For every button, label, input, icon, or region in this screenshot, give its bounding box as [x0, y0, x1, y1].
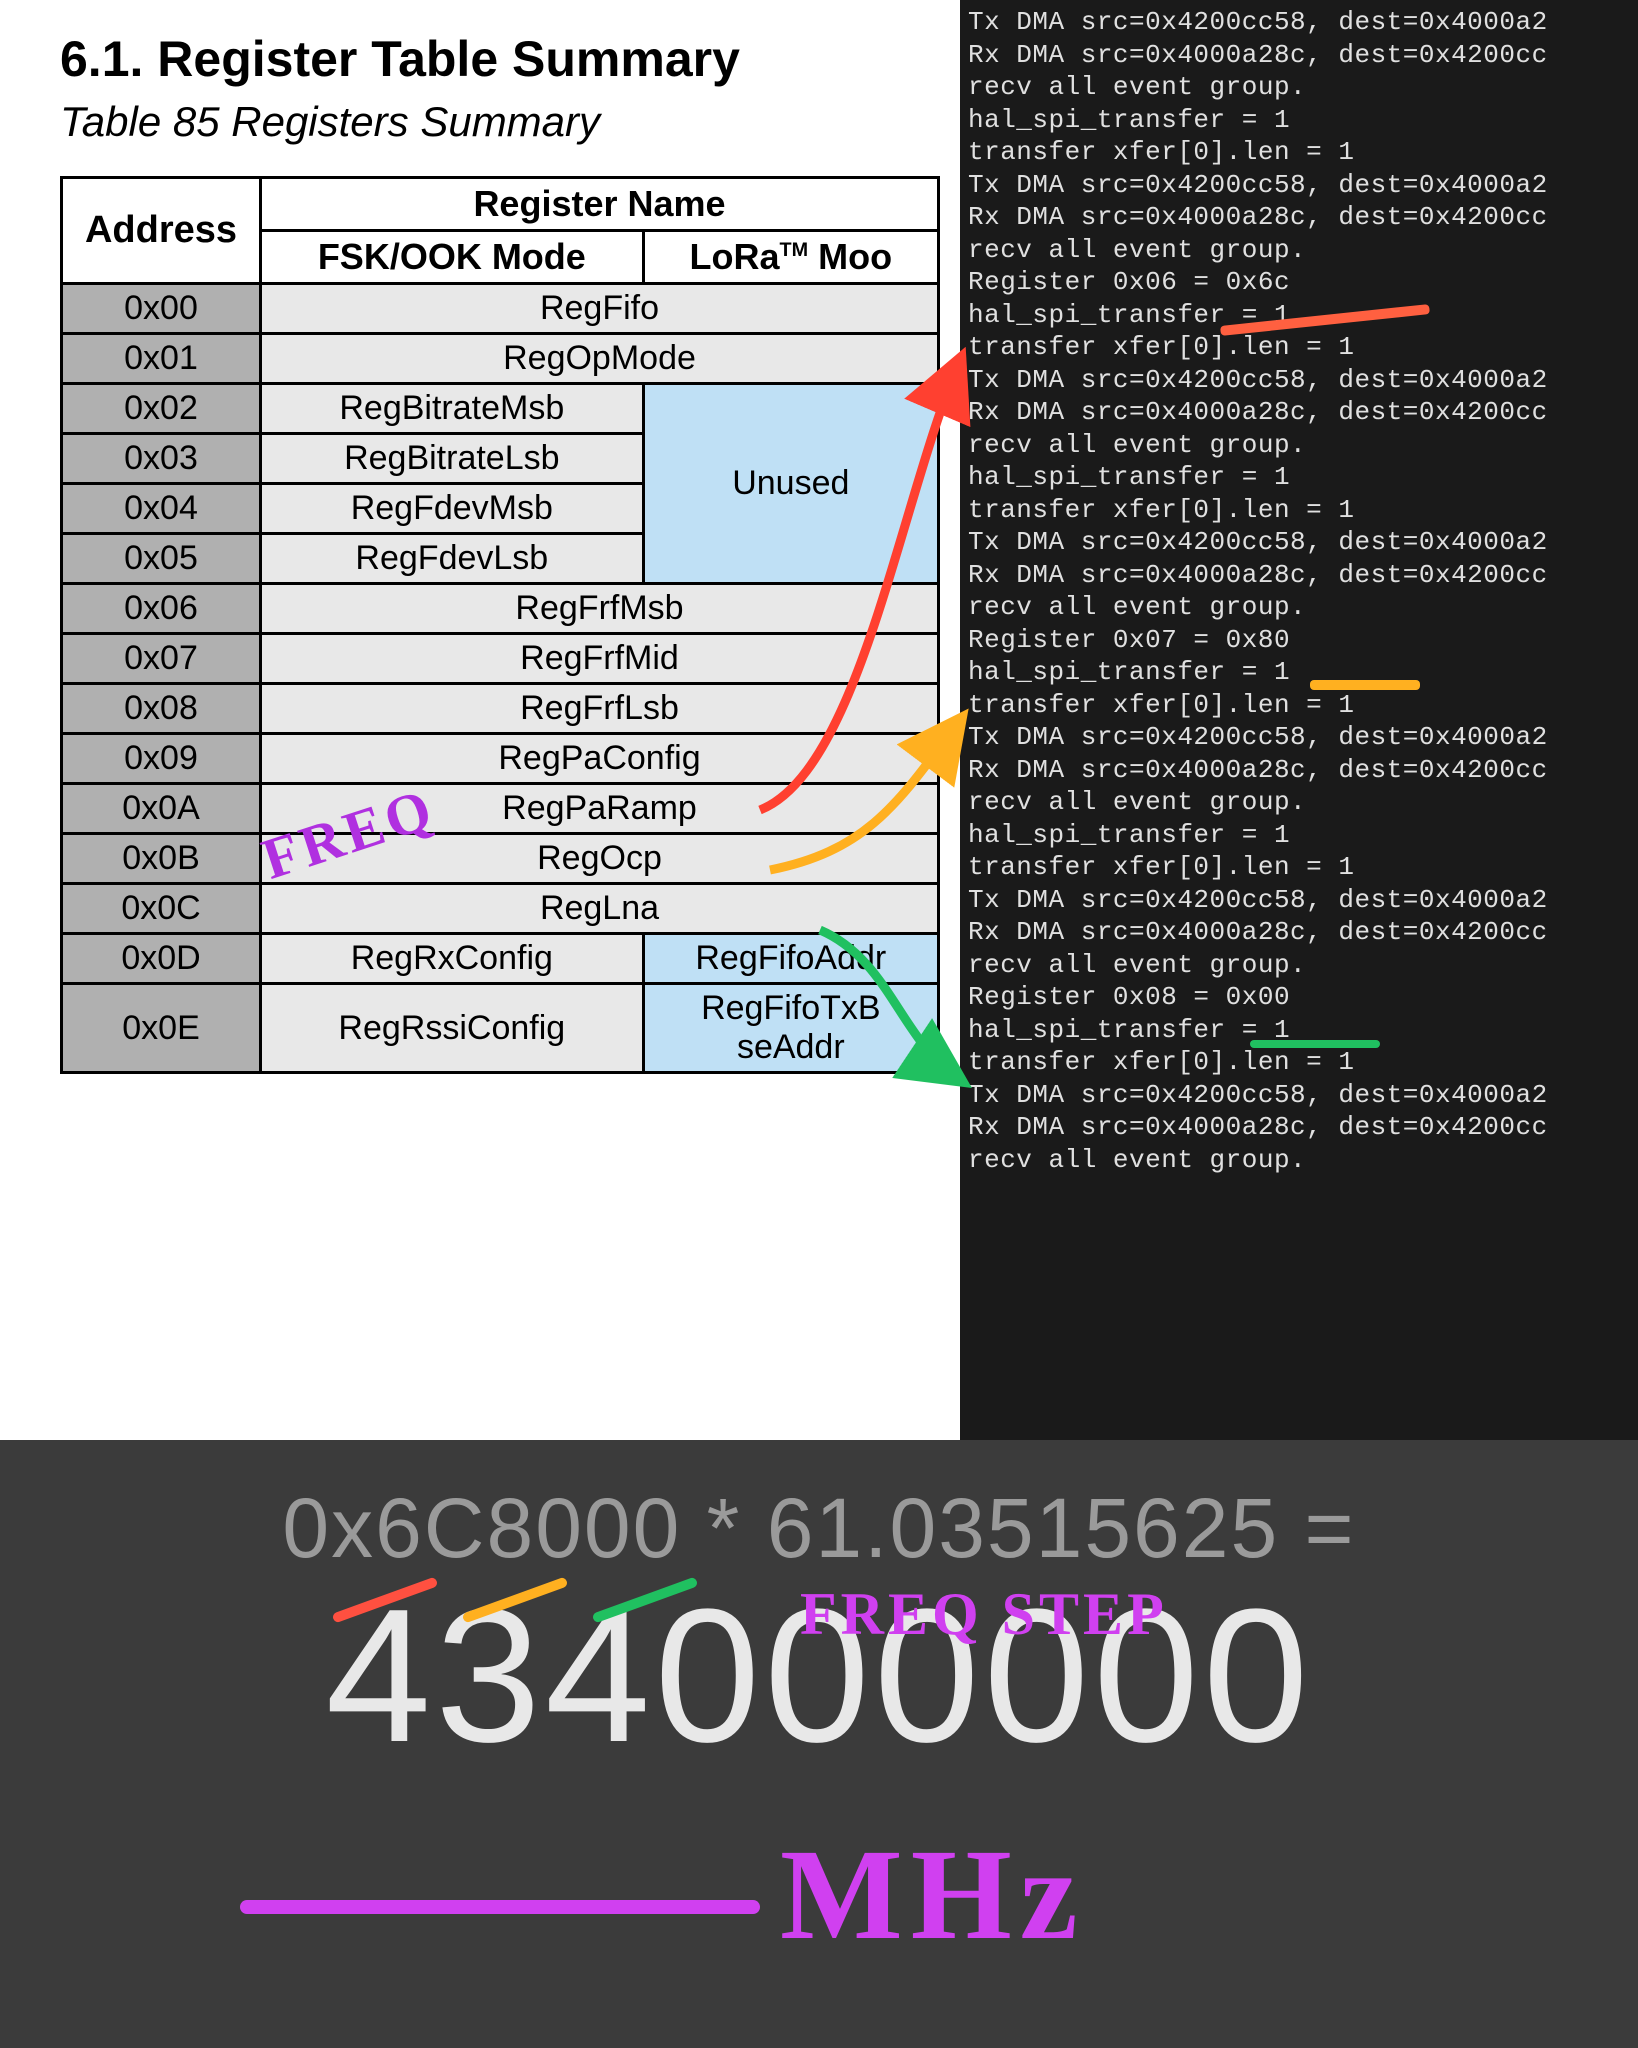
reg-frf-mid: RegFrfMid — [261, 634, 939, 684]
reg-frf-lsb: RegFrfLsb — [261, 684, 939, 734]
addr-0x08: 0x08 — [62, 684, 261, 734]
addr-0x04: 0x04 — [62, 484, 261, 534]
section-heading: 6.1. Register Table Summary — [60, 30, 920, 88]
annotation-freq-step-label: FREQ STEP — [800, 1580, 1168, 1649]
hdr-lora-text: LoRa — [690, 236, 780, 277]
reg-opmode: RegOpMode — [261, 334, 939, 384]
hdr-lora: LoRaTM Moo — [643, 231, 938, 284]
addr-0x01: 0x01 — [62, 334, 261, 384]
addr-0x0E: 0x0E — [62, 984, 261, 1073]
hdr-fsk: FSK/OOK Mode — [261, 231, 644, 284]
addr-0x0D: 0x0D — [62, 934, 261, 984]
reg-frf-msb: RegFrfMsb — [261, 584, 939, 634]
addr-0x02: 0x02 — [62, 384, 261, 434]
table-caption: Table 85 Registers Summary — [60, 98, 920, 146]
datasheet-panel: 6.1. Register Table Summary Table 85 Reg… — [0, 0, 960, 1440]
annotation-underline-yellow — [1310, 680, 1420, 690]
register-table: Address Register Name FSK/OOK Mode LoRaT… — [60, 176, 940, 1074]
reg-lna: RegLna — [261, 884, 939, 934]
reg-fdev-msb: RegFdevMsb — [261, 484, 644, 534]
addr-0x03: 0x03 — [62, 434, 261, 484]
hdr-lora-tm: TM — [780, 239, 809, 261]
addr-0x00: 0x00 — [62, 284, 261, 334]
reg-fifo-addr: RegFifoAddr — [643, 934, 938, 984]
addr-0x0B: 0x0B — [62, 834, 261, 884]
addr-0x0C: 0x0C — [62, 884, 261, 934]
reg-pa-config: RegPaConfig — [261, 734, 939, 784]
reg-unused: Unused — [643, 384, 938, 584]
reg-bitrate-msb: RegBitrateMsb — [261, 384, 644, 434]
reg-fdev-lsb: RegFdevLsb — [261, 534, 644, 584]
calculator-panel: 0x6C8000 * 61.03515625 = 434000000 FREQ … — [0, 1440, 1638, 2048]
terminal-panel: Tx DMA src=0x4200cc58, dest=0x4000a2 Rx … — [960, 0, 1638, 1440]
addr-0x07: 0x07 — [62, 634, 261, 684]
reg-bitrate-lsb: RegBitrateLsb — [261, 434, 644, 484]
hdr-address: Address — [62, 178, 261, 284]
reg-rssi-config: RegRssiConfig — [261, 984, 644, 1073]
hdr-lora-suffix: Moo — [808, 236, 892, 277]
annotation-mhz-label: MHz — [780, 1820, 1086, 1970]
hdr-register-name: Register Name — [261, 178, 939, 231]
reg-rx-config: RegRxConfig — [261, 934, 644, 984]
annotation-result-underline — [240, 1900, 760, 1914]
addr-0x0A: 0x0A — [62, 784, 261, 834]
addr-0x09: 0x09 — [62, 734, 261, 784]
annotation-underline-green — [1250, 1040, 1380, 1048]
reg-fifo: RegFifo — [261, 284, 939, 334]
addr-0x05: 0x05 — [62, 534, 261, 584]
reg-fifo-txbase: RegFifoTxB seAddr — [643, 984, 938, 1073]
addr-0x06: 0x06 — [62, 584, 261, 634]
calc-expression: 0x6C8000 * 61.03515625 = — [0, 1440, 1638, 1577]
